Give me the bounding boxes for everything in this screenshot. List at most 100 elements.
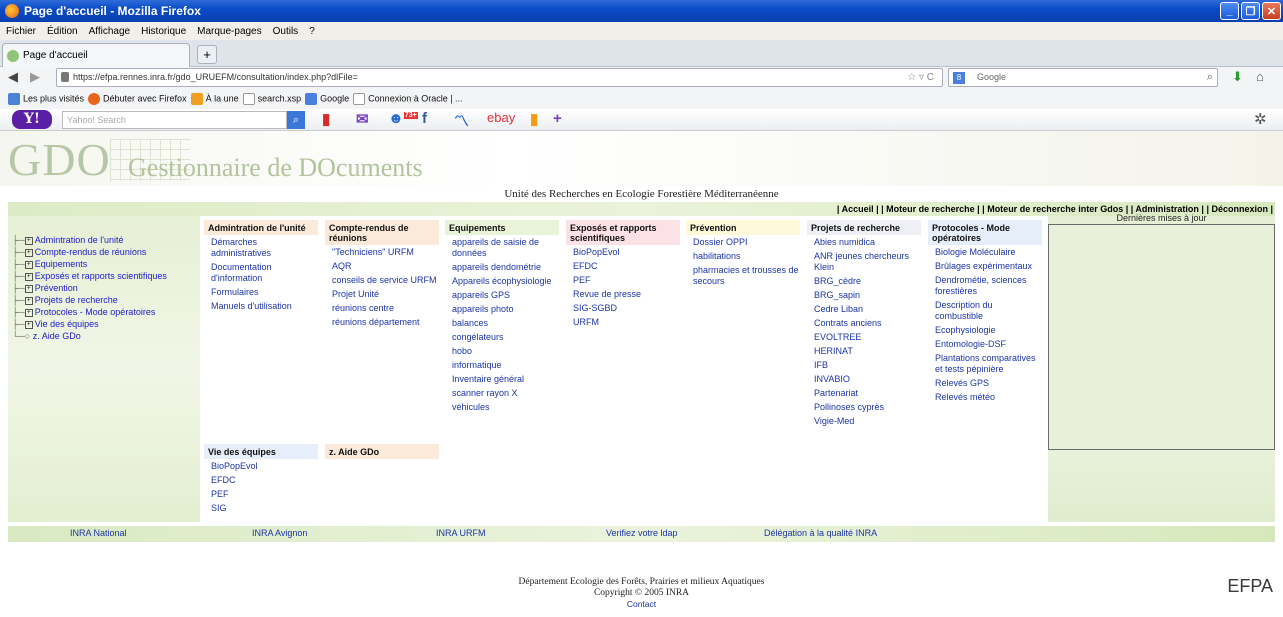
bookmark-search-xsp[interactable]: search.xsp	[242, 93, 301, 105]
category-link[interactable]: Relevés GPS	[935, 378, 1042, 389]
yahoo-search-button[interactable]: ⌕	[287, 111, 305, 129]
maximize-button[interactable]: ❐	[1241, 2, 1260, 20]
yahoo-search-input[interactable]: Yahoo! Search	[62, 111, 287, 129]
tree-item[interactable]: ├─ + Prévention	[12, 282, 167, 294]
bookmark-a-la-une[interactable]: À la une	[190, 93, 239, 105]
link-qualite-inra[interactable]: Délégation à la qualité INRA	[764, 528, 877, 538]
category-link[interactable]: AQR	[332, 261, 439, 272]
category-link[interactable]: Dendrométie, sciences forestières	[935, 275, 1042, 297]
category-link[interactable]: Contrats anciens	[814, 318, 921, 329]
yahoo-logo-icon[interactable]: Y!	[12, 110, 52, 129]
category-link[interactable]: SIG-SGBD	[573, 303, 680, 314]
category-link[interactable]: INVABIO	[814, 374, 921, 385]
category-link[interactable]: EFDC	[211, 475, 318, 486]
new-tab-button[interactable]: +	[197, 45, 217, 64]
bookmark-google[interactable]: Google	[305, 93, 349, 105]
category-link[interactable]: balances	[452, 318, 559, 329]
tree-item[interactable]: ├─ + Equipements	[12, 258, 167, 270]
people-icon[interactable]: ☻73+	[388, 110, 418, 127]
category-link[interactable]: HERINAT	[814, 346, 921, 357]
category-link[interactable]: SIG	[211, 503, 318, 514]
category-link[interactable]: Abies numidica	[814, 237, 921, 248]
category-link[interactable]: appareils dendométrie	[452, 262, 559, 273]
category-link[interactable]: Entomologie-DSF	[935, 339, 1042, 350]
category-link[interactable]: réunions centre	[332, 303, 439, 314]
category-link[interactable]: Ecophysiologie	[935, 325, 1042, 336]
link-inra-avignon[interactable]: INRA Avignon	[252, 528, 307, 538]
tree-item[interactable]: ├─ + Compte-rendus de réunions	[12, 246, 167, 258]
category-link[interactable]: appareils de saisie de données	[452, 237, 559, 259]
finance-chart-icon[interactable]: 〽	[454, 110, 469, 131]
category-link[interactable]: Brûlages expérimentaux	[935, 261, 1042, 272]
back-arrow-icon[interactable]: ◀	[8, 69, 18, 85]
category-link[interactable]: Dossier OPPI	[693, 237, 800, 248]
category-link[interactable]: habilitations	[693, 251, 800, 262]
category-link[interactable]: Formulaires	[211, 287, 318, 298]
category-link[interactable]: "Techniciens" URFM	[332, 247, 439, 258]
category-link[interactable]: PEF	[573, 275, 680, 286]
category-link[interactable]: appareils GPS	[452, 290, 559, 301]
bookmark-star-icon[interactable]: ☆ ▿ C	[907, 69, 934, 86]
forward-arrow-icon[interactable]: ▶	[30, 69, 40, 85]
contact-link[interactable]: Contact	[0, 599, 1283, 610]
ebay-icon[interactable]: ebay	[487, 110, 515, 125]
category-link[interactable]: ANR jeunes chercheurs Klein	[814, 251, 921, 273]
category-link[interactable]: EFDC	[573, 261, 680, 272]
category-link[interactable]: Documentation d'information	[211, 262, 318, 284]
link-inra-national[interactable]: INRA National	[70, 528, 127, 538]
category-link[interactable]: BioPopEvol	[211, 461, 318, 472]
close-button[interactable]: ✕	[1262, 2, 1281, 20]
category-link[interactable]: BRG_cèdre	[814, 276, 921, 287]
category-link[interactable]: informatique	[452, 360, 559, 371]
category-link[interactable]: pharmacies et trousses de secours	[693, 265, 800, 287]
tree-item[interactable]: └─○ z. Aide GDo	[12, 330, 167, 342]
category-link[interactable]: hobo	[452, 346, 559, 357]
category-link[interactable]: Relevés météo	[935, 392, 1042, 403]
category-link[interactable]: Biologie Moléculaire	[935, 247, 1042, 258]
search-icon[interactable]: ⌕	[1207, 69, 1213, 86]
category-link[interactable]: Pollinoses cyprès	[814, 402, 921, 413]
category-link[interactable]: Partenariat	[814, 388, 921, 399]
menu-historique[interactable]: Historique	[141, 26, 186, 37]
menu-affichage[interactable]: Affichage	[89, 26, 131, 37]
category-link[interactable]: Plantations comparatives et tests pépini…	[935, 353, 1042, 375]
category-link[interactable]: Revue de presse	[573, 289, 680, 300]
category-link[interactable]: appareils photo	[452, 304, 559, 315]
category-link[interactable]: Projet Unité	[332, 289, 439, 300]
menu-help[interactable]: ?	[309, 26, 315, 37]
category-link[interactable]: congélateurs	[452, 332, 559, 343]
tree-item[interactable]: ├─ + Protocoles - Mode opératoires	[12, 306, 167, 318]
download-icon[interactable]: ⬇	[1232, 69, 1243, 85]
bookmark-oracle[interactable]: Connexion à Oracle | ...	[353, 93, 463, 105]
category-link[interactable]: Vigie-Med	[814, 416, 921, 427]
search-input[interactable]: 8 Google ⌕	[948, 68, 1218, 87]
tree-item[interactable]: ├─ + Vie des équipes	[12, 318, 167, 330]
category-link[interactable]: BioPopEvol	[573, 247, 680, 258]
menu-fichier[interactable]: Fichier	[6, 26, 36, 37]
tree-item[interactable]: ├─ + Projets de recherche	[12, 294, 167, 306]
menu-outils[interactable]: Outils	[273, 26, 299, 37]
tree-item[interactable]: ├─ + Exposés et rapports scientifiques	[12, 270, 167, 282]
category-link[interactable]: IFB	[814, 360, 921, 371]
category-link[interactable]: scanner rayon X	[452, 388, 559, 399]
category-link[interactable]: véhicules	[452, 402, 559, 413]
tab-page-accueil[interactable]: Page d'accueil	[2, 43, 190, 67]
category-link[interactable]: Appareils écophysiologie	[452, 276, 559, 287]
category-link[interactable]: Manuels d'utilisation	[211, 301, 318, 312]
minimize-button[interactable]: _	[1220, 2, 1239, 20]
category-link[interactable]: réunions département	[332, 317, 439, 328]
menu-marque-pages[interactable]: Marque-pages	[197, 26, 261, 37]
link-verify-ldap[interactable]: Verifiez votre ldap	[606, 528, 678, 538]
mail-icon[interactable]: ✉	[356, 110, 369, 128]
link-inra-urfm[interactable]: INRA URFM	[436, 528, 486, 538]
home-icon[interactable]: ⌂	[1256, 69, 1264, 84]
category-link[interactable]: Description du combustible	[935, 300, 1042, 322]
category-link[interactable]: PEF	[211, 489, 318, 500]
bookmark-most-visited[interactable]: Les plus visités	[8, 93, 84, 105]
bookmark-icon[interactable]: ▮	[322, 110, 330, 128]
category-link[interactable]: Inventaire général	[452, 374, 559, 385]
category-link[interactable]: Démarches administratives	[211, 237, 318, 259]
gear-icon[interactable]: ✲	[1254, 110, 1267, 128]
menu-edition[interactable]: Édition	[47, 26, 78, 37]
category-link[interactable]: Cedre Liban	[814, 304, 921, 315]
